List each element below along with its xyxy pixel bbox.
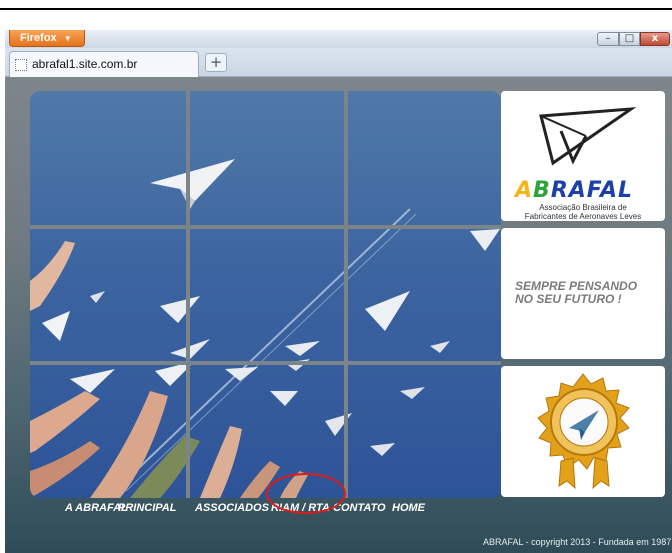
- tab-bar: abrafal1.site.com.br +: [5, 48, 672, 77]
- copyright-text: ABRAFAL - copyright 2013 - Fundada em 19…: [483, 537, 672, 547]
- logo-letter: A: [600, 178, 619, 203]
- logo-letter: F: [586, 178, 600, 203]
- nav-link-contato[interactable]: CONTATO: [333, 502, 386, 518]
- grid-divider: [30, 361, 501, 365]
- slogan-panel: SEMPRE PENSANDO NO SEU FUTURO !: [501, 228, 665, 359]
- new-tab-button[interactable]: +: [205, 53, 227, 72]
- grid-divider: [30, 225, 501, 229]
- chevron-down-icon: ▼: [63, 34, 72, 43]
- browser-tab[interactable]: abrafal1.site.com.br: [9, 51, 199, 77]
- plus-icon: +: [209, 53, 223, 71]
- seal-panel: [501, 366, 665, 497]
- logo-subtitle-1: Associação Brasileira de: [539, 203, 627, 212]
- top-border: [0, 8, 672, 10]
- highlight-annotation-circle: [266, 473, 346, 514]
- logo-letter: L: [618, 178, 634, 203]
- paper-plane-logo-icon: [539, 107, 637, 166]
- logo-letter: B: [533, 178, 551, 203]
- close-button[interactable]: x: [640, 32, 670, 46]
- logo-wordmark: ABRAFAL: [515, 178, 655, 203]
- grid-divider: [344, 91, 348, 498]
- logo-panel[interactable]: ABRAFAL Associação Brasileira de Fabrica…: [501, 91, 665, 221]
- hero-image: [30, 91, 501, 498]
- firefox-menu-button[interactable]: Firefox ▼: [9, 30, 85, 47]
- tab-title: abrafal1.site.com.br: [32, 57, 138, 71]
- logo-letter: R: [550, 178, 569, 203]
- nav-link-home[interactable]: HOME: [392, 502, 425, 518]
- logo-subtitle-2: Fabricantes de Aeronaves Leves: [524, 212, 642, 221]
- grid-divider: [186, 91, 190, 498]
- page-icon: [15, 59, 27, 71]
- slogan: SEMPRE PENSANDO NO SEU FUTURO !: [515, 279, 638, 306]
- maximize-button[interactable]: □: [619, 32, 640, 46]
- minimize-button[interactable]: –: [597, 32, 619, 46]
- title-bar: Firefox ▼ – □ x: [5, 30, 672, 48]
- nav-link-principal[interactable]: PRINCIPAL: [118, 502, 176, 518]
- nav-link-associados[interactable]: ASSOCIADOS: [195, 502, 269, 518]
- logo-letter: A: [568, 178, 587, 203]
- browser-window: Firefox ▼ – □ x abrafal1.site.com.br + A…: [5, 30, 672, 553]
- logo-letter: A: [515, 178, 534, 203]
- award-seal-icon: [537, 373, 630, 490]
- paper-planes-illustration: [30, 159, 500, 498]
